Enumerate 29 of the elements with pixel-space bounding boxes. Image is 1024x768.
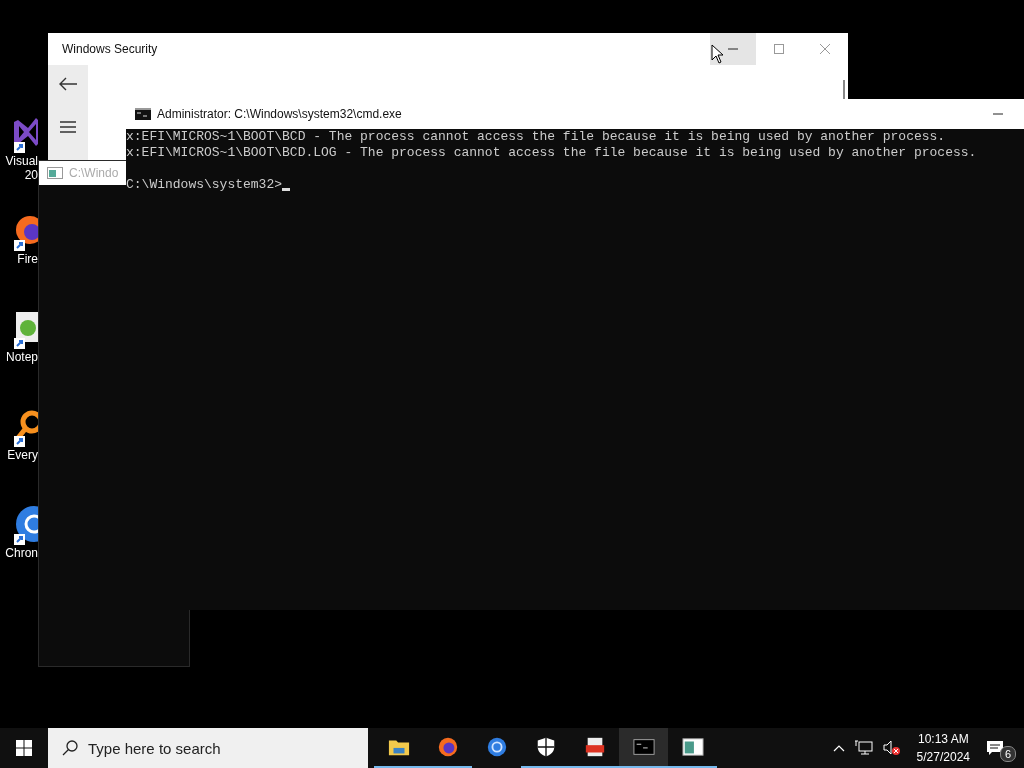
search-icon	[62, 740, 78, 756]
notification-count: 6	[1000, 746, 1016, 762]
console-line: x:EFI\MICROS~1\BOOT\BCD.LOG - The process cannot access the file because it is being used by another process.	[126, 145, 977, 161]
window-title: C:\Windo	[69, 166, 119, 180]
terminal-icon[interactable]	[619, 728, 668, 768]
network-icon[interactable]	[854, 740, 873, 756]
console-line: x:EFI\MICROS~1\BOOT\BCD - The process cannot access the file because it is being used by another process.	[126, 129, 946, 145]
desktop-icon-label[interactable]: Fire	[4, 252, 38, 266]
minimize-button[interactable]	[710, 33, 756, 65]
close-icon	[820, 44, 830, 54]
chevron-up-icon[interactable]	[832, 744, 845, 752]
clock[interactable]: 10:13 AM 5/27/2024	[916, 730, 970, 766]
mouse-pointer-icon	[711, 44, 723, 64]
desktop-icon-label[interactable]: Chron	[4, 546, 38, 560]
search-field[interactable]: Type here to search	[48, 728, 368, 768]
notifications-icon[interactable]	[986, 740, 1004, 756]
terminal-icon	[135, 108, 151, 120]
window-app-icon	[47, 167, 63, 179]
desktop-icon-label[interactable]: Notep	[4, 350, 38, 364]
windows-start-icon[interactable]	[16, 740, 32, 756]
desktop-icon-label[interactable]: Visual 20	[4, 154, 38, 182]
command-prompt: C:\Windows\system32>	[126, 177, 283, 193]
menu-icon[interactable]	[60, 121, 76, 133]
window-title: Windows Security	[62, 42, 159, 56]
back-arrow-icon[interactable]	[59, 77, 77, 91]
muted-speaker-icon[interactable]	[882, 740, 901, 756]
maximize-icon	[774, 44, 784, 54]
desktop-icon-label[interactable]: Every	[4, 448, 38, 462]
window-title: Administrator: C:\Windows\system32\cmd.exe	[157, 107, 403, 121]
